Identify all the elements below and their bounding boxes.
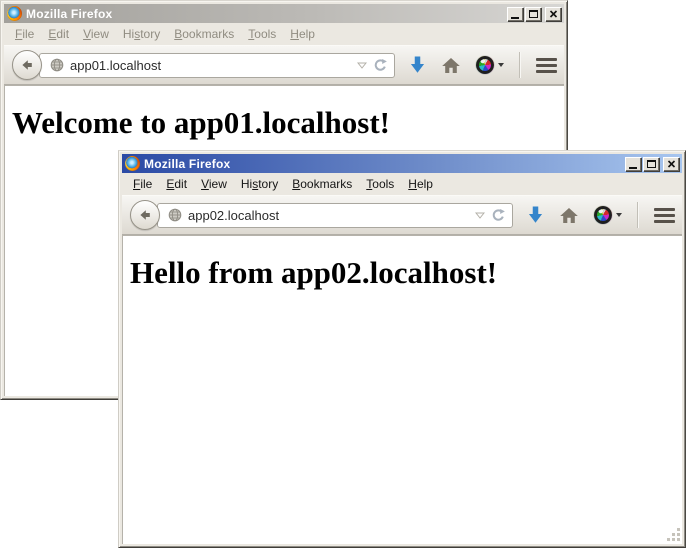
- menu-item-label: elp: [417, 177, 433, 191]
- minimize-button[interactable]: [507, 7, 523, 21]
- globe-icon: [168, 208, 182, 222]
- menu-item-view[interactable]: View: [194, 174, 234, 194]
- menu-item-label: ools: [372, 177, 394, 191]
- menu-bar: FileEditViewHistoryBookmarksToolsHelp: [4, 23, 564, 45]
- menu-item-view[interactable]: View: [76, 24, 116, 44]
- menu-item-label: ile: [22, 27, 34, 41]
- lens-icon: [594, 206, 612, 224]
- menu-item-bookmarks[interactable]: Bookmarks: [167, 24, 241, 44]
- menu-item-label: dit: [56, 27, 69, 41]
- menu-item-label: V: [83, 27, 91, 41]
- titlebar[interactable]: Mozilla Firefox: [122, 154, 682, 173]
- menu-item-label: tory: [258, 177, 278, 191]
- toolbar-separator: [637, 202, 639, 228]
- hamburger-menu-button[interactable]: [654, 208, 675, 223]
- globe-icon: [50, 58, 64, 72]
- url-bar[interactable]: app01.localhost: [39, 53, 395, 78]
- resize-grip[interactable]: [666, 528, 680, 542]
- menu-bar: FileEditViewHistoryBookmarksToolsHelp: [122, 173, 682, 195]
- menu-item-label: V: [201, 177, 209, 191]
- back-button[interactable]: [130, 200, 160, 230]
- firefox-logo-icon: [125, 156, 140, 171]
- home-button[interactable]: [559, 207, 579, 224]
- page-heading: Hello from app02.localhost!: [122, 255, 682, 291]
- firefox-window-app02[interactable]: Mozilla Firefox FileEditViewHistoryBookm…: [118, 150, 686, 548]
- menu-item-bookmarks[interactable]: Bookmarks: [285, 174, 359, 194]
- hamburger-menu-button[interactable]: [536, 58, 557, 73]
- download-button[interactable]: [527, 206, 544, 224]
- menu-item-help[interactable]: Help: [401, 174, 440, 194]
- menu-item-label: H: [290, 27, 299, 41]
- menu-item-label: Hi: [241, 177, 252, 191]
- toolbar-separator: [519, 52, 521, 78]
- menu-caret-icon: [498, 63, 504, 67]
- download-icon: [409, 56, 426, 74]
- menu-item-label: H: [408, 177, 417, 191]
- download-button[interactable]: [409, 56, 426, 74]
- menu-item-history[interactable]: History: [116, 24, 167, 44]
- window-title: Mozilla Firefox: [26, 7, 503, 21]
- menu-item-label: dit: [174, 177, 187, 191]
- lens-icon: [476, 56, 494, 74]
- lens-menu-button[interactable]: [476, 56, 504, 74]
- menu-item-edit[interactable]: Edit: [159, 174, 194, 194]
- toolbar-icons: [409, 52, 557, 78]
- hamburger-icon: [536, 58, 557, 61]
- caption-buttons: [507, 7, 561, 21]
- reload-icon[interactable]: [373, 58, 388, 73]
- urlbar-dropdown-icon[interactable]: [475, 212, 485, 219]
- home-button[interactable]: [441, 57, 461, 74]
- urlbar-dropdown-icon[interactable]: [357, 62, 367, 69]
- maximize-icon: [529, 10, 538, 18]
- home-icon: [559, 207, 579, 224]
- close-icon: [549, 10, 558, 18]
- menu-item-label: ile: [140, 177, 152, 191]
- menu-caret-icon: [616, 213, 622, 217]
- menu-item-label: iew: [91, 27, 109, 41]
- minimize-icon: [629, 167, 637, 169]
- close-button[interactable]: [545, 7, 561, 21]
- page-heading: Welcome to app01.localhost!: [4, 105, 564, 141]
- hamburger-icon: [654, 208, 675, 211]
- menu-item-tools[interactable]: Tools: [359, 174, 401, 194]
- download-icon: [527, 206, 544, 224]
- menu-item-file[interactable]: File: [126, 174, 159, 194]
- maximize-icon: [647, 160, 656, 168]
- url-bar[interactable]: app02.localhost: [157, 203, 513, 228]
- page-content-app02: Hello from app02.localhost!: [122, 235, 682, 544]
- close-icon: [667, 160, 676, 168]
- titlebar[interactable]: Mozilla Firefox: [4, 4, 564, 23]
- menu-item-help[interactable]: Help: [283, 24, 322, 44]
- firefox-logo-icon: [7, 6, 22, 21]
- back-button[interactable]: [12, 50, 42, 80]
- lens-menu-button[interactable]: [594, 206, 622, 224]
- reload-icon[interactable]: [491, 208, 506, 223]
- maximize-button[interactable]: [525, 7, 541, 21]
- menu-item-label: Hi: [123, 27, 134, 41]
- minimize-icon: [511, 17, 519, 19]
- back-arrow-icon: [19, 57, 35, 73]
- maximize-button[interactable]: [643, 157, 659, 171]
- menu-item-edit[interactable]: Edit: [41, 24, 76, 44]
- menu-item-label: tory: [140, 27, 160, 41]
- back-arrow-icon: [137, 207, 153, 223]
- close-button[interactable]: [663, 157, 679, 171]
- menu-item-label: ools: [254, 27, 276, 41]
- url-text[interactable]: app02.localhost: [188, 208, 469, 223]
- menu-item-label: elp: [299, 27, 315, 41]
- url-text[interactable]: app01.localhost: [70, 58, 351, 73]
- window-title: Mozilla Firefox: [144, 157, 621, 171]
- menu-item-label: ookmarks: [182, 27, 234, 41]
- menu-item-tools[interactable]: Tools: [241, 24, 283, 44]
- menu-item-label: iew: [209, 177, 227, 191]
- menu-item-label: ookmarks: [300, 177, 352, 191]
- toolbar-icons: [527, 202, 675, 228]
- navigation-toolbar: app01.localhost: [4, 45, 564, 85]
- caption-buttons: [625, 157, 679, 171]
- minimize-button[interactable]: [625, 157, 641, 171]
- menu-item-file[interactable]: File: [8, 24, 41, 44]
- home-icon: [441, 57, 461, 74]
- navigation-toolbar: app02.localhost: [122, 195, 682, 235]
- menu-item-history[interactable]: History: [234, 174, 285, 194]
